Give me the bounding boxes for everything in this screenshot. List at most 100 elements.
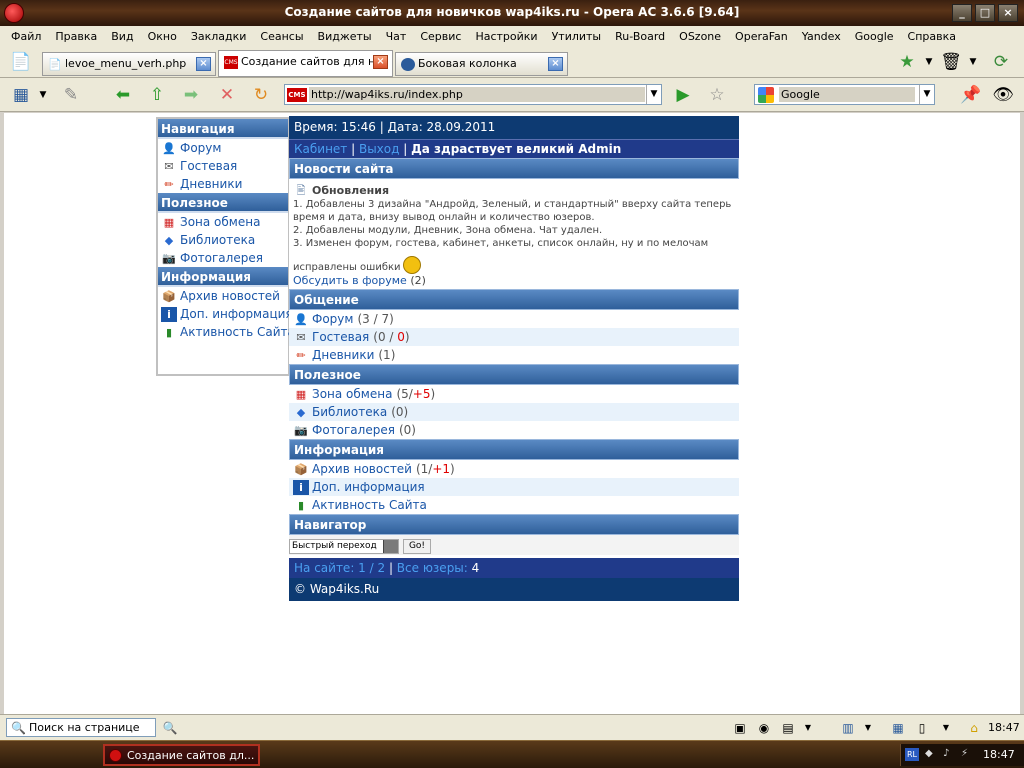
reload-icon[interactable]: ↻ (250, 84, 272, 106)
list-item-extra-info[interactable]: i Доп. информация (289, 478, 739, 496)
sidebar-item-exchange[interactable]: ▦ Зона обмена (158, 213, 288, 231)
bookmark-star-icon[interactable]: ★ (896, 51, 918, 73)
sidebar-item-guestbook[interactable]: ✉ Гостевая (158, 157, 288, 175)
menu-sessions[interactable]: Сеансы (253, 30, 310, 43)
chevron-down-icon[interactable]: ▼ (800, 720, 816, 736)
chevron-down-icon[interactable]: ▼ (918, 51, 940, 73)
chevron-down-icon[interactable]: ▼ (646, 85, 661, 104)
cabinet-link[interactable]: Кабинет (294, 142, 347, 156)
menu-help[interactable]: Справка (901, 30, 963, 43)
new-page-icon[interactable]: 📄 (10, 51, 32, 73)
up-icon[interactable]: ⇧ (146, 84, 168, 106)
menu-chat[interactable]: Чат (379, 30, 414, 43)
sync-icon[interactable]: ⟳ (990, 51, 1012, 73)
globe-icon[interactable]: ◉ (756, 720, 772, 736)
document-icon[interactable]: ▯ (914, 720, 930, 736)
stop-icon[interactable]: ✕ (216, 84, 238, 106)
tab-close-button[interactable]: × (373, 55, 388, 69)
tab-sidebar-column[interactable]: Боковая колонка × (395, 52, 568, 76)
pin-icon[interactable]: 📌 (960, 84, 982, 106)
sidebar-item-forum[interactable]: 👤 Форум (158, 139, 288, 157)
panels-icon[interactable]: ▦ (10, 84, 32, 106)
home-icon[interactable]: ⌂ (966, 720, 982, 736)
menu-google[interactable]: Google (848, 30, 901, 43)
menu-oszone[interactable]: OSzone (672, 30, 728, 43)
book-icon: ◆ (164, 233, 174, 247)
trash-icon[interactable]: 🗑 (940, 51, 962, 73)
search-input[interactable]: Google (779, 87, 915, 102)
panel-icon[interactable]: ▥ (840, 720, 856, 736)
menu-utilities[interactable]: Утилиты (545, 30, 609, 43)
find-in-page-input[interactable]: 🔍 Поиск на странице (6, 718, 156, 737)
menu-file[interactable]: Файл (4, 30, 48, 43)
list-item-guestbook[interactable]: ✉ Гостевая (0 / 0) (289, 328, 739, 346)
list-item-forum[interactable]: 👤 Форум (3 / 7) (289, 310, 739, 328)
go-icon[interactable]: ▶ (672, 84, 694, 106)
list-item-gallery[interactable]: 📷 Фотогалерея (0) (289, 421, 739, 439)
tab-active-site[interactable]: CMS Создание сайтов для н... × (218, 50, 393, 77)
tab-close-button[interactable]: × (196, 57, 211, 71)
search-bar[interactable]: Google ▼ (754, 84, 935, 105)
address-bar[interactable]: CMS http://wap4iks.ru/index.php ▼ (284, 84, 662, 105)
chevron-down-icon[interactable]: ▼ (938, 720, 954, 736)
menu-edit[interactable]: Правка (48, 30, 104, 43)
menu-window[interactable]: Окно (141, 30, 184, 43)
grid-icon[interactable]: ▦ (890, 720, 906, 736)
back-icon[interactable]: ⬅ (112, 84, 134, 106)
menu-settings[interactable]: Настройки (468, 30, 544, 43)
tab-close-button[interactable]: × (548, 57, 563, 71)
main-content: Время: 15:46 | Дата: 28.09.2011 Кабинет … (289, 116, 739, 641)
maximize-button[interactable]: □ (975, 4, 995, 22)
book-icon: ◆ (296, 405, 306, 419)
sidebar-item-activity[interactable]: ▮ Активность Сайта (158, 323, 295, 341)
menu-tools[interactable]: Сервис (413, 30, 468, 43)
chevron-down-icon[interactable]: ▼ (32, 84, 54, 106)
menu-operafan[interactable]: OperaFan (728, 30, 795, 43)
volume-icon[interactable]: ♪ (943, 748, 955, 760)
sidebar-item-diaries[interactable]: ✏ Дневники (158, 175, 288, 193)
taskbar-button-opera[interactable]: Создание сайтов дл... (103, 744, 260, 766)
menu-widgets[interactable]: Виджеты (311, 30, 379, 43)
list-item-activity[interactable]: ▮ Активность Сайта (289, 496, 739, 514)
online-link[interactable]: На сайте: 1 / 2 (294, 561, 385, 575)
edit-pencil-icon[interactable]: ✎ (60, 84, 82, 106)
list-item-news-archive[interactable]: 📦 Архив новостей (1/+1) (289, 460, 739, 478)
page-info-icon[interactable]: ▣ (732, 720, 748, 736)
row-label: Фотогалерея (312, 423, 395, 437)
menu-bookmarks[interactable]: Закладки (184, 30, 254, 43)
forward-icon[interactable]: ➡ (180, 84, 202, 106)
list-item-library[interactable]: ◆ Библиотека (0) (289, 403, 739, 421)
list-item-exchange[interactable]: ▦ Зона обмена (5/+5) (289, 385, 739, 403)
close-window-button[interactable]: × (998, 4, 1018, 22)
section-header-useful: Полезное (289, 364, 739, 385)
address-input[interactable]: http://wap4iks.ru/index.php (309, 87, 645, 102)
logout-link[interactable]: Выход (359, 142, 399, 156)
star-icon[interactable]: ☆ (706, 84, 728, 106)
safely-remove-icon[interactable]: ⚡ (961, 748, 973, 760)
discuss-link[interactable]: Обсудить в форуме (293, 274, 407, 287)
network-icon[interactable]: ◆ (925, 748, 937, 760)
chevron-down-icon[interactable] (383, 540, 398, 553)
eye-icon[interactable]: 👁 (992, 84, 1014, 106)
minimize-button[interactable]: _ (952, 4, 972, 22)
language-indicator[interactable]: RL (905, 748, 919, 761)
chevron-down-icon[interactable]: ▼ (860, 720, 876, 736)
list-item-diaries[interactable]: ✏ Дневники (1) (289, 346, 739, 364)
image-icon[interactable]: ▤ (780, 720, 796, 736)
all-users-link[interactable]: Все юзеры: (397, 561, 468, 575)
sidebar-item-extra-info[interactable]: i Доп. информация (158, 305, 293, 323)
menu-ruboard[interactable]: Ru-Board (608, 30, 672, 43)
search-icon[interactable]: 🔍 (162, 720, 178, 736)
chevron-down-icon[interactable]: ▼ (962, 51, 984, 73)
sidebar-header-useful: Полезное (158, 193, 288, 213)
sidebar-item-library[interactable]: ◆ Библиотека (158, 231, 288, 249)
menu-yandex[interactable]: Yandex (795, 30, 848, 43)
quick-nav-select[interactable]: Быстрый переход (289, 539, 399, 554)
sidebar-item-news-archive[interactable]: 📦 Архив новостей (158, 287, 288, 305)
go-button[interactable]: Go! (403, 539, 431, 554)
chevron-down-icon[interactable]: ▼ (919, 85, 934, 104)
sidebar-item-gallery[interactable]: 📷 Фотогалерея (158, 249, 288, 267)
window-title-bar[interactable]: Создание сайтов для новичков wap4iks.ru … (0, 0, 1024, 26)
tab-levoe-menu[interactable]: 📄 levoe_menu_verh.php × (42, 52, 216, 76)
menu-view[interactable]: Вид (104, 30, 140, 43)
